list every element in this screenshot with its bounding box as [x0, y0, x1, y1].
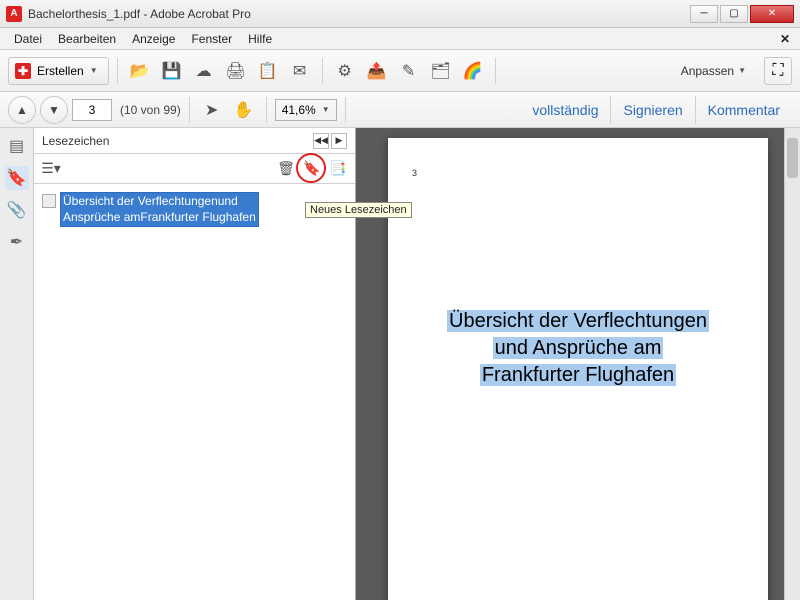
thumbnails-icon[interactable]: ▤ [5, 134, 29, 158]
clipboard-icon[interactable]: 📋 [254, 57, 282, 85]
app-icon: A [6, 6, 22, 22]
scrollbar-thumb[interactable] [787, 138, 798, 178]
bookmarks-icon[interactable]: 🔖 [5, 166, 29, 190]
panel-prev-button[interactable]: ◀◀ [313, 133, 329, 149]
close-button[interactable]: ✕ [750, 5, 794, 23]
nav-toolbar: ▲ ▼ (10 von 99) ➤ ✋ 41,6% ▼ vollständig … [0, 92, 800, 128]
menu-window[interactable]: Fenster [183, 30, 240, 48]
minimize-button[interactable]: ─ [690, 5, 718, 23]
highlight-circle [296, 153, 326, 183]
form-icon[interactable]: 🗂 [427, 57, 455, 85]
main-toolbar: ✚ Erstellen ▼ 📂 💾 ☁ 🖨 📋 ✉ ⚙ 📤 ✎ 🗂 🌈 Anpa… [0, 50, 800, 92]
create-label: Erstellen [37, 64, 84, 78]
hand-tool-icon[interactable]: ✋ [230, 96, 258, 124]
open-icon[interactable]: 📂 [126, 57, 154, 85]
page-count-label: (10 von 99) [120, 103, 181, 117]
menu-view[interactable]: Anzeige [124, 30, 183, 48]
chevron-down-icon: ▼ [90, 66, 98, 75]
document-close-icon[interactable]: ✕ [776, 32, 794, 46]
edit-icon[interactable]: ✎ [395, 57, 423, 85]
create-button[interactable]: ✚ Erstellen ▼ [8, 57, 109, 85]
vertical-scrollbar[interactable] [784, 128, 800, 600]
zoom-dropdown[interactable]: 41,6% ▼ [275, 99, 337, 121]
tooltip-new-bookmark: Neues Lesezeichen [305, 202, 412, 218]
page-down-button[interactable]: ▼ [40, 96, 68, 124]
gear-icon[interactable]: ⚙ [331, 57, 359, 85]
multimedia-icon[interactable]: 🌈 [459, 57, 487, 85]
comment-link[interactable]: Kommentar [695, 96, 792, 124]
cloud-icon[interactable]: ☁ [190, 57, 218, 85]
panel-next-button[interactable]: ▶ [331, 133, 347, 149]
page-up-button[interactable]: ▲ [8, 96, 36, 124]
tools-link[interactable]: vollständig [520, 96, 610, 124]
customize-button[interactable]: Anpassen ▼ [673, 60, 754, 82]
bookmarks-panel: Lesezeichen ◀◀ ▶ ☰▾ 🗑 🔖 📑 Übersicht der … [34, 128, 356, 600]
sign-link[interactable]: Signieren [610, 96, 694, 124]
customize-label: Anpassen [681, 64, 734, 78]
print-icon[interactable]: 🖨 [222, 57, 250, 85]
menu-file[interactable]: Datei [6, 30, 50, 48]
menubar: Datei Bearbeiten Anzeige Fenster Hilfe ✕ [0, 28, 800, 50]
page-number-label: 3 [412, 168, 744, 178]
maximize-button[interactable]: ▢ [720, 5, 748, 23]
email-icon[interactable]: ✉ [286, 57, 314, 85]
chevron-down-icon: ▼ [322, 105, 330, 114]
delete-bookmark-icon[interactable]: 🗑 [275, 158, 297, 180]
bookmark-page-icon [42, 194, 56, 208]
window-titlebar: A Bachelorthesis_1.pdf - Adobe Acrobat P… [0, 0, 800, 28]
document-page: 3 Übersicht der Verflechtungen und Anspr… [388, 138, 768, 600]
bookmarks-tree: Übersicht der Verflechtungenund Ansprüch… [34, 184, 355, 600]
create-plus-icon: ✚ [15, 63, 31, 79]
work-area: ▤ 🔖 📎 ✒ Lesezeichen ◀◀ ▶ ☰▾ 🗑 🔖 📑 Übers [0, 128, 800, 600]
signatures-icon[interactable]: ✒ [5, 230, 29, 254]
bookmarks-options-icon[interactable]: ☰▾ [40, 158, 62, 180]
select-tool-icon[interactable]: ➤ [198, 96, 226, 124]
page-title: Übersicht der Verflechtungen und Ansprüc… [412, 308, 744, 389]
save-icon[interactable]: 💾 [158, 57, 186, 85]
bookmark-from-structure-icon[interactable]: 📑 [327, 158, 349, 180]
new-bookmark-button[interactable]: 🔖 [301, 158, 323, 180]
bookmark-label[interactable]: Übersicht der Verflechtungenund Ansprüch… [60, 192, 259, 227]
bookmarks-toolbar: ☰▾ 🗑 🔖 📑 [34, 154, 355, 184]
chevron-down-icon: ▼ [738, 66, 746, 75]
bookmarks-title: Lesezeichen [42, 134, 311, 148]
export-icon[interactable]: 📤 [363, 57, 391, 85]
fullscreen-button[interactable]: ⛶ [764, 57, 792, 85]
zoom-value: 41,6% [282, 103, 316, 117]
nav-pane-strip: ▤ 🔖 📎 ✒ [0, 128, 34, 600]
menu-help[interactable]: Hilfe [240, 30, 280, 48]
page-number-input[interactable] [72, 99, 112, 121]
bookmarks-header: Lesezeichen ◀◀ ▶ [34, 128, 355, 154]
menu-edit[interactable]: Bearbeiten [50, 30, 124, 48]
window-title: Bachelorthesis_1.pdf - Adobe Acrobat Pro [28, 7, 690, 21]
attachments-icon[interactable]: 📎 [5, 198, 29, 222]
document-viewport[interactable]: 3 Übersicht der Verflechtungen und Anspr… [356, 128, 800, 600]
